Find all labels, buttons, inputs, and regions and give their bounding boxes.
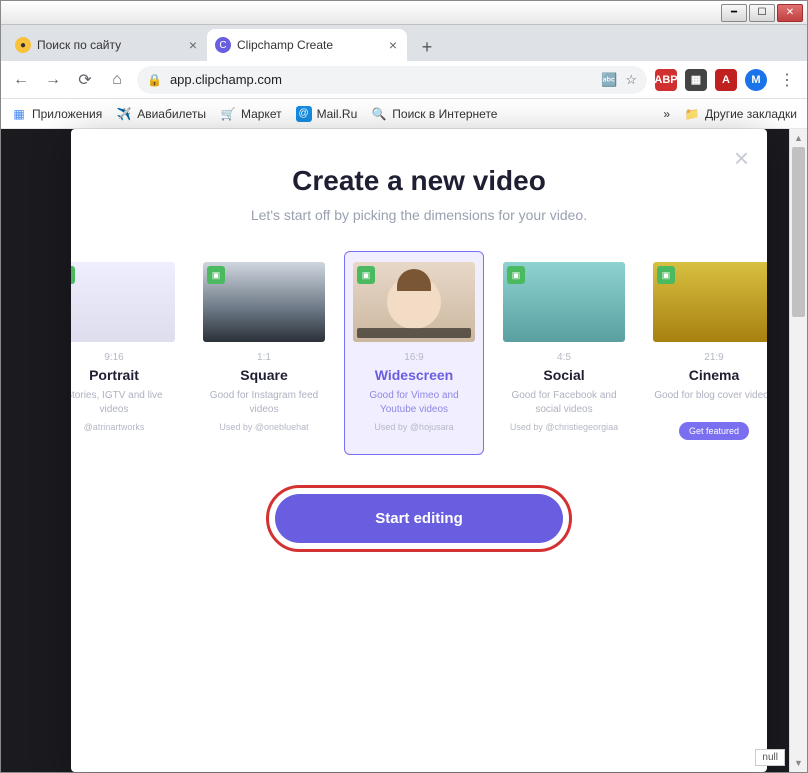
card-thumbnail: ▣ <box>353 262 475 342</box>
bookmarks-bar: ▦ Приложения ✈️ Авиабилеты 🛒 Маркет @ Ma… <box>1 99 807 129</box>
template-badge-icon: ▣ <box>71 266 75 284</box>
reload-button[interactable]: ⟳ <box>73 68 97 92</box>
forward-button[interactable]: → <box>41 68 65 92</box>
favicon-icon: C <box>215 37 231 53</box>
card-name: Social <box>503 367 625 383</box>
cart-icon: 🛒 <box>220 106 236 122</box>
get-featured-button[interactable]: Get featured <box>679 422 749 440</box>
card-thumbnail: ▣ <box>71 262 175 342</box>
card-thumbnail: ▣ <box>203 262 325 342</box>
create-video-modal: × Create a new video Let's start off by … <box>71 129 767 772</box>
profile-avatar[interactable]: M <box>745 69 767 91</box>
menu-button[interactable]: ⋮ <box>775 68 799 92</box>
bookmark-mailru[interactable]: @ Mail.Ru <box>296 106 358 122</box>
tab-close-icon[interactable]: × <box>189 37 197 53</box>
new-tab-button[interactable]: + <box>413 33 441 61</box>
plane-icon: ✈️ <box>116 106 132 122</box>
favicon-icon: ● <box>15 37 31 53</box>
card-name: Cinema <box>653 367 767 383</box>
window-close-button[interactable]: ✕ <box>777 4 803 22</box>
search-icon: 🔍 <box>371 106 387 122</box>
modal-subtitle: Let's start off by picking the dimension… <box>81 207 757 223</box>
tab-title: Clipchamp Create <box>237 38 383 52</box>
tab-close-icon[interactable]: × <box>389 37 397 53</box>
card-name: Widescreen <box>353 367 475 383</box>
bookmark-search[interactable]: 🔍 Поиск в Интернете <box>371 106 497 122</box>
card-square[interactable]: ▣ 1:1 Square Good for Instagram feed vid… <box>194 251 334 455</box>
card-credit: Used by @christiegeorgiaa <box>503 422 625 432</box>
mail-icon: @ <box>296 106 312 122</box>
home-button[interactable]: ⌂ <box>105 68 129 92</box>
scrollbar-thumb[interactable] <box>792 147 805 317</box>
tab-clipchamp[interactable]: C Clipchamp Create × <box>207 29 407 61</box>
tab-title: Поиск по сайту <box>37 38 183 52</box>
card-desc: Good for Vimeo and Youtube videos <box>353 389 475 416</box>
scroll-down-icon[interactable]: ▼ <box>790 754 807 772</box>
card-desc: Good for Facebook and social videos <box>503 389 625 416</box>
card-ratio: 21:9 <box>653 352 767 363</box>
card-ratio: 4:5 <box>503 352 625 363</box>
template-badge-icon: ▣ <box>357 266 375 284</box>
adblock-icon[interactable]: ABP <box>655 69 677 91</box>
lock-icon: 🔒 <box>147 73 162 87</box>
card-credit: Used by @onebluehat <box>203 422 325 432</box>
back-button[interactable]: ← <box>9 68 33 92</box>
page-viewport: × Create a new video Let's start off by … <box>1 129 807 772</box>
card-thumbnail: ▣ <box>503 262 625 342</box>
card-credit: @atrinartworks <box>71 422 175 432</box>
card-name: Portrait <box>71 367 175 383</box>
star-icon[interactable]: ☆ <box>625 72 637 88</box>
translate-icon[interactable]: 🔤 <box>601 72 617 88</box>
apps-shortcut[interactable]: ▦ Приложения <box>11 106 102 122</box>
card-name: Square <box>203 367 325 383</box>
apps-icon: ▦ <box>11 106 27 122</box>
vertical-scrollbar[interactable]: ▲ ▼ <box>789 129 807 772</box>
start-button-wrap: Start editing <box>81 485 757 552</box>
folder-icon: 📁 <box>684 106 700 122</box>
tab-search[interactable]: ● Поиск по сайту × <box>7 29 207 61</box>
template-badge-icon: ▣ <box>657 266 675 284</box>
dimension-card-list: ▣ 9:16 Portrait Stories, IGTV and live v… <box>71 251 767 455</box>
bookmark-market[interactable]: 🛒 Маркет <box>220 106 282 122</box>
template-badge-icon: ▣ <box>507 266 525 284</box>
window-titlebar: ━ ☐ ✕ <box>1 1 807 25</box>
browser-toolbar: ← → ⟳ ⌂ 🔒 app.clipchamp.com 🔤 ☆ ABP ▦ A … <box>1 61 807 99</box>
bookmarks-overflow[interactable]: » <box>663 107 670 121</box>
card-ratio: 16:9 <box>353 352 475 363</box>
scroll-up-icon[interactable]: ▲ <box>790 129 807 147</box>
card-portrait[interactable]: ▣ 9:16 Portrait Stories, IGTV and live v… <box>71 251 184 455</box>
card-ratio: 9:16 <box>71 352 175 363</box>
template-badge-icon: ▣ <box>207 266 225 284</box>
modal-close-button[interactable]: × <box>734 143 749 174</box>
window-maximize-button[interactable]: ☐ <box>749 4 775 22</box>
card-desc: Good for Instagram feed videos <box>203 389 325 416</box>
highlight-ring: Start editing <box>266 485 572 552</box>
other-bookmarks[interactable]: 📁 Другие закладки <box>684 106 797 122</box>
card-desc: Good for blog cover videos <box>653 389 767 415</box>
pdf-icon[interactable]: A <box>715 69 737 91</box>
extension-icon[interactable]: ▦ <box>685 69 707 91</box>
card-thumbnail: ▣ <box>653 262 767 342</box>
tab-strip: ● Поиск по сайту × C Clipchamp Create × … <box>1 25 807 61</box>
bookmark-flights[interactable]: ✈️ Авиабилеты <box>116 106 206 122</box>
card-ratio: 1:1 <box>203 352 325 363</box>
card-social[interactable]: ▣ 4:5 Social Good for Facebook and socia… <box>494 251 634 455</box>
card-credit: Used by @hojusara <box>353 422 475 432</box>
null-indicator: null <box>755 749 785 766</box>
modal-title: Create a new video <box>81 165 757 197</box>
card-desc: Stories, IGTV and live videos <box>71 389 175 416</box>
address-bar[interactable]: 🔒 app.clipchamp.com 🔤 ☆ <box>137 66 647 94</box>
window-minimize-button[interactable]: ━ <box>721 4 747 22</box>
card-widescreen[interactable]: ▣ 16:9 Widescreen Good for Vimeo and You… <box>344 251 484 455</box>
start-editing-button[interactable]: Start editing <box>275 494 563 543</box>
url-text: app.clipchamp.com <box>170 72 282 87</box>
card-cinema[interactable]: ▣ 21:9 Cinema Good for blog cover videos… <box>644 251 767 455</box>
